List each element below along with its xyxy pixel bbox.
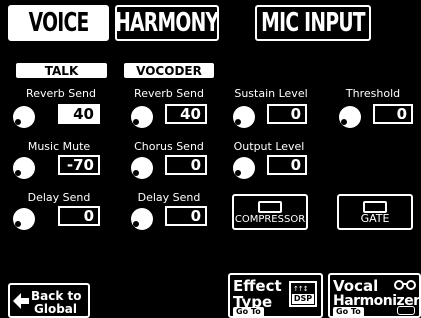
threshold-label: Threshold [345, 87, 401, 100]
harmonizer-mini-icon [397, 306, 415, 315]
compressor-indicator [258, 201, 282, 213]
vocoder-mode-label[interactable]: VOCODER [124, 63, 214, 78]
glasses-icon [394, 280, 416, 290]
effect-type-goto-button[interactable]: Effect Type ↑↑↕ DSP Go To [228, 273, 323, 318]
tab-harmony-label: HARMONY [115, 8, 219, 38]
talk-delay-send-knob[interactable] [13, 208, 35, 230]
tab-harmony[interactable]: HARMONY [115, 5, 219, 41]
dsp-icon-label: DSP [292, 294, 314, 304]
talk-reverb-send-label: Reverb Send [26, 87, 96, 100]
vocoder-reverb-send-label: Reverb Send [134, 87, 204, 100]
sustain-level-value[interactable]: 0 [267, 104, 307, 124]
sustain-level-knob[interactable] [233, 106, 255, 128]
music-mute-value[interactable]: -70 [58, 155, 100, 175]
talk-delay-send-label: Delay Send [27, 191, 91, 204]
tab-voice[interactable]: VOICE [8, 5, 109, 41]
compressor-button[interactable]: COMPRESSOR [232, 194, 308, 230]
talk-delay-send-value[interactable]: 0 [58, 206, 100, 226]
arrow-left-icon [13, 293, 29, 309]
sustain-level-label: Sustain Level [234, 87, 308, 100]
talk-mode-label[interactable]: TALK [16, 63, 107, 78]
talk-reverb-send-value[interactable]: 40 [58, 104, 100, 124]
chorus-send-label: Chorus Send [134, 140, 204, 153]
back-to-global-line1: Back to [31, 289, 82, 303]
tab-voice-label: VOICE [28, 8, 90, 38]
gate-label: GATE [360, 212, 390, 225]
back-to-global-line2: Global [34, 302, 78, 316]
talk-reverb-send-knob[interactable] [13, 106, 35, 128]
effect-dsp-icon: ↑↑↕ DSP [289, 281, 317, 307]
compressor-label: COMPRESSOR [234, 214, 306, 225]
vocal-harmonizer-goto-button[interactable]: Vocal Harmonizer Go To [328, 273, 421, 318]
output-level-knob[interactable] [233, 157, 255, 179]
vocoder-reverb-send-value[interactable]: 40 [165, 104, 207, 124]
harmonizer-goto-tag: Go To [333, 307, 364, 316]
threshold-value[interactable]: 0 [373, 104, 413, 124]
tab-mic-input[interactable]: MIC INPUT [255, 5, 371, 41]
output-level-label: Output Level [233, 140, 305, 153]
music-mute-label: Music Mute [27, 140, 91, 153]
music-mute-knob[interactable] [13, 157, 35, 179]
vocoder-delay-send-value[interactable]: 0 [165, 206, 207, 226]
tab-mic-input-label: MIC INPUT [261, 8, 365, 38]
vocoder-delay-send-knob[interactable] [131, 208, 153, 230]
effect-goto-tag: Go To [233, 307, 264, 316]
chorus-send-knob[interactable] [131, 157, 153, 179]
vocoder-delay-send-label: Delay Send [137, 191, 201, 204]
chorus-send-value[interactable]: 0 [165, 155, 207, 175]
back-to-global-button[interactable]: Back to Global [8, 283, 90, 318]
threshold-knob[interactable] [339, 106, 361, 128]
output-level-value[interactable]: 0 [267, 155, 307, 175]
vocoder-reverb-send-knob[interactable] [131, 106, 153, 128]
gate-button[interactable]: GATE [337, 194, 413, 230]
